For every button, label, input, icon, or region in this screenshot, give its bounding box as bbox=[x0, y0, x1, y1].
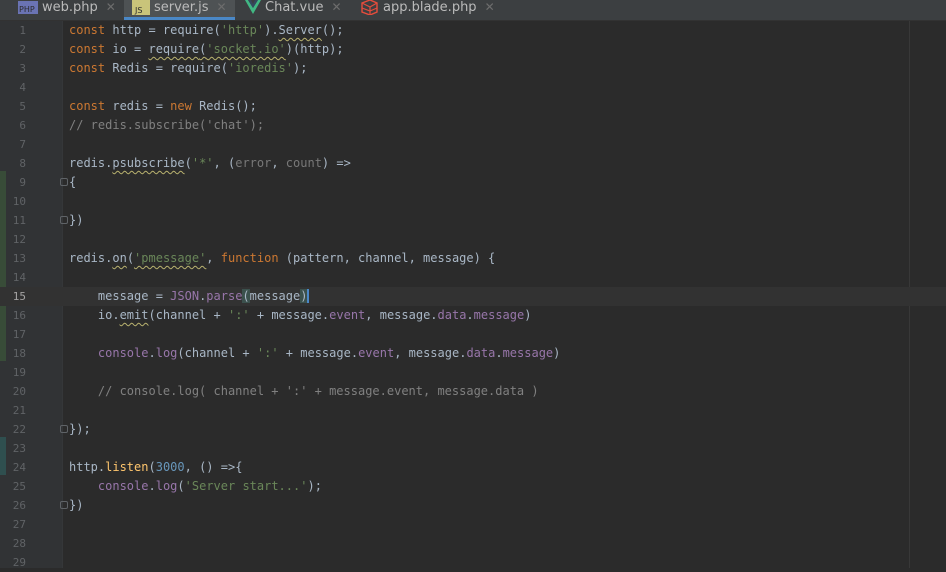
close-icon[interactable]: ✕ bbox=[106, 0, 116, 14]
fold-marker-icon[interactable] bbox=[60, 425, 68, 433]
code-line: 3const Redis = require('ioredis'); bbox=[0, 59, 946, 78]
line-number: 20 bbox=[0, 382, 26, 401]
code-line: 23 bbox=[0, 439, 946, 458]
code-line: 1const http = require('http').Server(); bbox=[0, 21, 946, 40]
line-number: 15 bbox=[0, 287, 26, 306]
tab-label: web.php bbox=[42, 0, 98, 15]
code-line: 2const io = require('socket.io')(http); bbox=[0, 40, 946, 59]
code-line: 26}) bbox=[0, 496, 946, 515]
line-number: 7 bbox=[0, 135, 26, 154]
line-number: 28 bbox=[0, 534, 26, 553]
code-line: 19 bbox=[0, 363, 946, 382]
code-line: 17 bbox=[0, 325, 946, 344]
svg-text:JS: JS bbox=[134, 6, 142, 15]
line-number: 16 bbox=[0, 306, 26, 325]
line-number: 13 bbox=[0, 249, 26, 268]
code-line: 21 bbox=[0, 401, 946, 420]
close-icon[interactable]: ✕ bbox=[216, 0, 226, 14]
line-number: 2 bbox=[0, 40, 26, 59]
tab-label: server.js bbox=[154, 0, 208, 15]
code-line: 24http.listen(3000, () =>{ bbox=[0, 458, 946, 477]
code-line: 12 bbox=[0, 230, 946, 249]
vue-file-icon bbox=[245, 0, 261, 18]
code-line: 9{ bbox=[0, 173, 946, 192]
code-line: 13redis.on('pmessage', function (pattern… bbox=[0, 249, 946, 268]
tab-server-js[interactable]: JS server.js ✕ bbox=[124, 0, 235, 20]
line-number: 17 bbox=[0, 325, 26, 344]
code-line: 22}); bbox=[0, 420, 946, 439]
code-line: 14 bbox=[0, 268, 946, 287]
fold-marker-icon[interactable] bbox=[60, 216, 68, 224]
php-file-icon: PHP bbox=[18, 0, 38, 18]
code-line: 11}) bbox=[0, 211, 946, 230]
code-line: 16 io.emit(channel + ':' + message.event… bbox=[0, 306, 946, 325]
line-number: 26 bbox=[0, 496, 26, 515]
tab-chat-vue[interactable]: Chat.vue ✕ bbox=[245, 0, 342, 20]
code-line: 8redis.psubscribe('*', (error, count) => bbox=[0, 154, 946, 173]
blade-file-icon bbox=[360, 0, 379, 19]
close-icon[interactable]: ✕ bbox=[331, 0, 341, 14]
text-caret: ) bbox=[300, 289, 309, 303]
code-line: 6// redis.subscribe('chat'); bbox=[0, 116, 946, 135]
line-number: 27 bbox=[0, 515, 26, 534]
line-number: 21 bbox=[0, 401, 26, 420]
tab-label: app.blade.php bbox=[383, 0, 477, 15]
code-line: 10 bbox=[0, 192, 946, 211]
code-line: 7 bbox=[0, 135, 946, 154]
line-number: 14 bbox=[0, 268, 26, 287]
line-number: 12 bbox=[0, 230, 26, 249]
tab-app-blade-php[interactable]: app.blade.php ✕ bbox=[360, 0, 495, 20]
code-line: 4 bbox=[0, 78, 946, 97]
fold-marker-icon[interactable] bbox=[60, 501, 68, 509]
line-number: 22 bbox=[0, 420, 26, 439]
line-number: 4 bbox=[0, 78, 26, 97]
code-line-current: 15 message = JSON.parse(message) bbox=[0, 287, 946, 306]
fold-marker-icon[interactable] bbox=[60, 178, 68, 186]
line-number: 10 bbox=[0, 192, 26, 211]
tab-web-php[interactable]: PHP web.php ✕ bbox=[18, 0, 116, 20]
close-icon[interactable]: ✕ bbox=[485, 0, 495, 14]
tab-label: Chat.vue bbox=[265, 0, 323, 15]
editor-tab-bar: PHP web.php ✕ JS server.js ✕ Chat.vue ✕ app… bbox=[0, 0, 946, 21]
line-number: 3 bbox=[0, 59, 26, 78]
line-number: 1 bbox=[0, 21, 26, 40]
line-number: 5 bbox=[0, 97, 26, 116]
code-line: 5const redis = new Redis(); bbox=[0, 97, 946, 116]
line-number: 19 bbox=[0, 363, 26, 382]
line-number: 11 bbox=[0, 211, 26, 230]
line-number: 29 bbox=[0, 553, 26, 572]
line-number: 9 bbox=[0, 173, 26, 192]
line-number: 8 bbox=[0, 154, 26, 173]
code-line: 18 console.log(channel + ':' + message.e… bbox=[0, 344, 946, 363]
line-number: 23 bbox=[0, 439, 26, 458]
svg-text:PHP: PHP bbox=[19, 5, 35, 14]
code-line: 20 // console.log( channel + ':' + messa… bbox=[0, 382, 946, 401]
js-file-icon: JS bbox=[132, 0, 150, 19]
line-number: 18 bbox=[0, 344, 26, 363]
code-line: 29 bbox=[0, 553, 946, 572]
code-line: 27 bbox=[0, 515, 946, 534]
line-number: 6 bbox=[0, 116, 26, 135]
line-number: 25 bbox=[0, 477, 26, 496]
code-line: 25 console.log('Server start...'); bbox=[0, 477, 946, 496]
line-number: 24 bbox=[0, 458, 26, 477]
code-line: 28 bbox=[0, 534, 946, 553]
